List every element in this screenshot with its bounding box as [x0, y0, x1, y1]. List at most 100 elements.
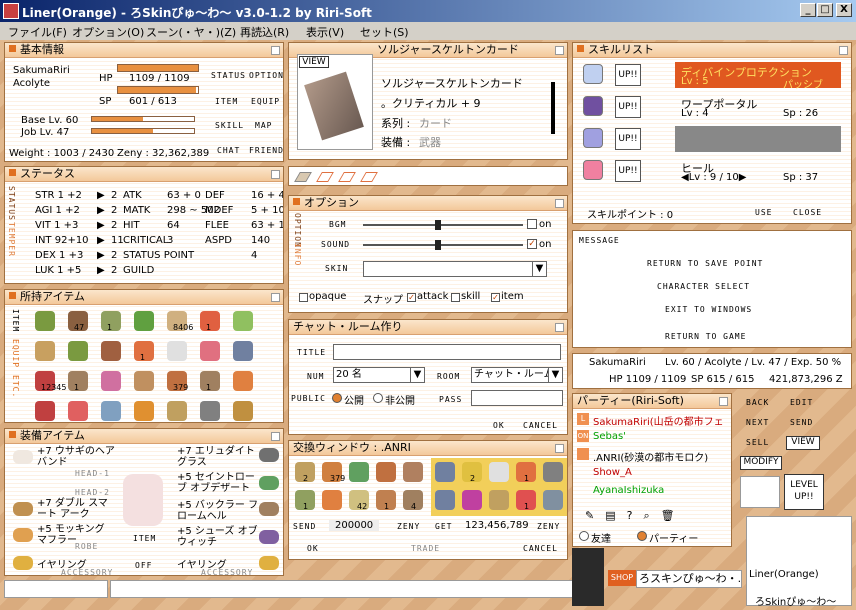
pass-input[interactable]: [471, 390, 563, 406]
stat-up-arrow[interactable]: ▶: [97, 235, 105, 246]
modify-button[interactable]: MODIFY: [740, 456, 782, 470]
item-icon[interactable]: [134, 401, 154, 421]
party-member-2[interactable]: .ANRI(砂漠の都市モロク): [593, 449, 708, 464]
item-icon[interactable]: [200, 401, 220, 421]
equip-off-toggle[interactable]: OFF: [135, 561, 152, 570]
friend-radio[interactable]: [579, 531, 589, 541]
close-icon[interactable]: [555, 444, 564, 453]
equip-shield[interactable]: +5 バックラー フロームヘル: [177, 500, 261, 522]
opaque-checkbox[interactable]: [299, 293, 308, 302]
option-button[interactable]: OPTION: [249, 71, 283, 80]
party-member-0[interactable]: SakumaRiri(山岳の都市フェ: [593, 413, 724, 428]
skill-close-button[interactable]: CLOSE: [793, 208, 822, 217]
return-to-save-button[interactable]: RETURN TO SAVE POINT: [647, 259, 763, 268]
back-button[interactable]: BACK: [746, 398, 769, 407]
maximize-button[interactable]: □: [817, 3, 833, 17]
chat-input-left[interactable]: [4, 580, 108, 598]
party-member-3[interactable]: Show_A: [593, 467, 632, 478]
skill-use-button[interactable]: USE: [755, 208, 772, 217]
item-icon[interactable]: [35, 401, 55, 421]
tab-equip[interactable]: EQUIP: [11, 339, 20, 368]
shop-sign[interactable]: ろスキンぴゅ〜わ・...: [636, 570, 742, 588]
party-radio[interactable]: [637, 531, 647, 541]
exit-windows-button[interactable]: EXIT TO WINDOWS: [665, 305, 752, 314]
side-view-button[interactable]: VIEW: [786, 436, 820, 450]
equip-armor[interactable]: +5 セイントローブ オブデザート: [177, 472, 261, 494]
menu-file[interactable]: ファイル(F): [8, 24, 67, 40]
skill-up-button[interactable]: UP!!: [615, 128, 641, 150]
stat-up-arrow[interactable]: ▶: [97, 190, 105, 201]
menu-zoom[interactable]: スーン(・ヤ・)(Z): [146, 24, 236, 40]
minimize-icon[interactable]: [271, 46, 280, 55]
skill-up-button[interactable]: UP!!: [615, 64, 641, 86]
tab-etc[interactable]: ETC.: [11, 375, 20, 398]
item-icon[interactable]: [35, 311, 55, 331]
equip-item-toggle[interactable]: ITEM: [133, 534, 156, 543]
item-icon[interactable]: [134, 311, 154, 331]
trade-button[interactable]: TRADE: [411, 544, 440, 553]
scrollbar[interactable]: [551, 82, 555, 134]
minimize-icon[interactable]: [555, 199, 564, 208]
tab-item[interactable]: ITEM: [11, 309, 20, 332]
next-button[interactable]: NEXT: [746, 418, 769, 427]
snap-item-checkbox[interactable]: ✓: [491, 293, 500, 302]
private-radio[interactable]: [373, 393, 383, 403]
equip-weapon[interactable]: +7 ダブル スマート アーク: [37, 498, 117, 520]
equip-shoes[interactable]: +5 シューズ オブ ウィッチ: [177, 526, 261, 548]
menu-reload[interactable]: 再読込(R): [240, 24, 289, 40]
menu-option[interactable]: オプション(O): [72, 24, 144, 40]
num-select[interactable]: 20 名 ▼: [333, 367, 425, 383]
item-icon[interactable]: [167, 341, 187, 361]
item-icon[interactable]: [101, 371, 121, 391]
status-button[interactable]: STATUS: [211, 71, 246, 80]
trade-ok-button[interactable]: OK: [307, 544, 319, 553]
sound-checkbox[interactable]: ✓: [527, 239, 537, 249]
menu-view[interactable]: 表示(V): [306, 24, 344, 40]
chat-ok-button[interactable]: OK: [493, 421, 505, 430]
send-button[interactable]: SEND: [790, 418, 813, 427]
item-icon[interactable]: [233, 341, 253, 361]
public-radio[interactable]: [332, 393, 342, 403]
minimize-icon[interactable]: [839, 46, 848, 55]
skill-button[interactable]: SKILL: [215, 121, 244, 130]
item-icon[interactable]: [35, 341, 55, 361]
sell-button[interactable]: SELL: [746, 438, 769, 447]
sound-slider[interactable]: [363, 244, 523, 246]
party-member-1[interactable]: Sebas': [593, 431, 626, 442]
skin-select[interactable]: ▼: [363, 261, 547, 277]
trade-cancel-button[interactable]: CANCEL: [523, 544, 558, 553]
item-icon[interactable]: [101, 341, 121, 361]
chat-cancel-button[interactable]: CANCEL: [523, 421, 558, 430]
chevron-down-icon[interactable]: ▼: [410, 368, 424, 382]
chat-scrollbar[interactable]: [572, 548, 604, 606]
chat-button[interactable]: CHAT: [217, 146, 240, 155]
room-type-select[interactable]: チャット・ルーム ▼: [471, 367, 563, 383]
log-icon[interactable]: ▤: [605, 509, 615, 522]
return-game-button[interactable]: RETURN TO GAME: [665, 332, 746, 341]
item-icon[interactable]: [134, 371, 154, 391]
close-icon[interactable]: [555, 323, 564, 332]
chevron-down-icon[interactable]: ▼: [532, 262, 546, 276]
close-button[interactable]: X: [836, 3, 852, 17]
bgm-slider-knob[interactable]: [435, 220, 441, 230]
equip-button[interactable]: EQUIP: [251, 97, 280, 106]
party-member-4[interactable]: AyanaIshizuka: [593, 485, 664, 496]
item-icon[interactable]: [68, 401, 88, 421]
item-button[interactable]: ITEM: [215, 97, 238, 106]
stat-up-arrow[interactable]: ▶: [97, 220, 105, 231]
stat-up-arrow[interactable]: ▶: [97, 265, 105, 276]
item-icon[interactable]: [233, 311, 253, 331]
skill-up-button[interactable]: UP!!: [615, 160, 641, 182]
minimize-icon[interactable]: [271, 170, 280, 179]
view-button[interactable]: VIEW: [299, 56, 329, 68]
item-icon[interactable]: [200, 341, 220, 361]
chat-input[interactable]: [110, 580, 574, 598]
snap-attack-checkbox[interactable]: ✓: [407, 293, 416, 302]
snap-skill-checkbox[interactable]: [451, 293, 460, 302]
minimize-icon[interactable]: [271, 293, 280, 302]
stat-up-arrow[interactable]: ▶: [97, 205, 105, 216]
edit-icon[interactable]: ✎: [585, 509, 594, 522]
equip-head-mid[interactable]: +7 エリュダイト グラス: [177, 446, 261, 468]
minimize-icon[interactable]: [271, 432, 280, 441]
equip-head-top[interactable]: +7 ウサギのヘアバンド: [37, 446, 117, 468]
